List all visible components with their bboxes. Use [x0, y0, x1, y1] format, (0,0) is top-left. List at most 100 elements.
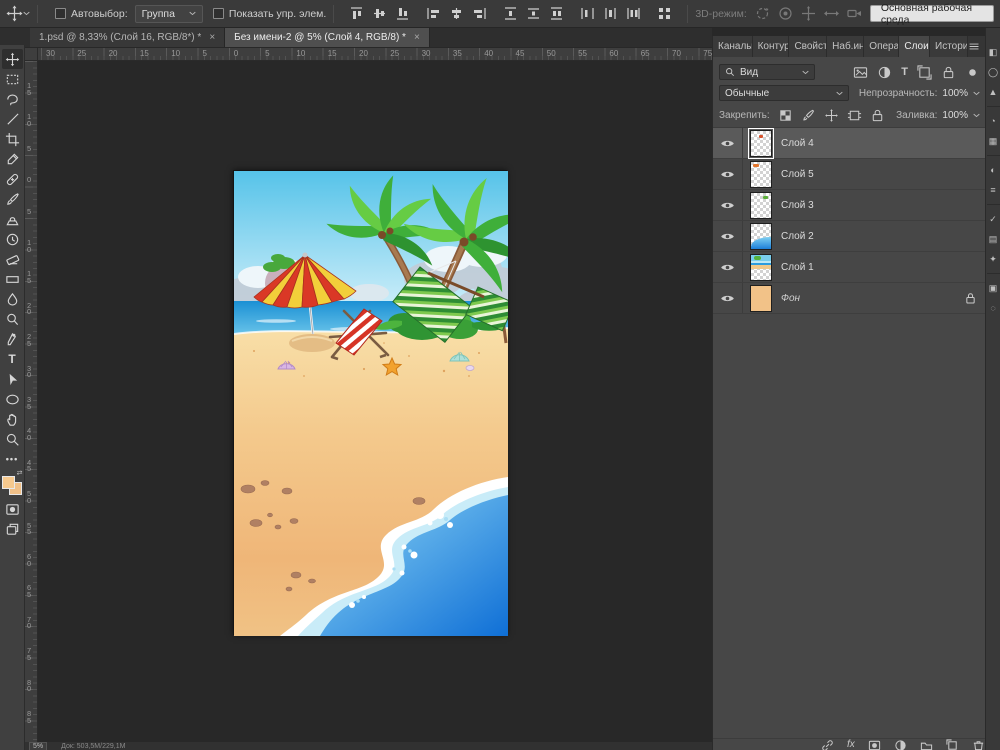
layer-row[interactable]: Слой 1 [713, 252, 986, 283]
layer-mask-icon[interactable] [868, 739, 881, 750]
delete-layer-icon[interactable] [972, 739, 985, 750]
ruler-corner[interactable] [25, 48, 38, 61]
layer-name[interactable]: Слой 1 [781, 262, 814, 273]
gradient-tool[interactable] [2, 269, 23, 289]
layer-name[interactable]: Слой 5 [781, 169, 814, 180]
collapsed-panel-icon[interactable]: ▣ [989, 278, 998, 298]
layer-thumbnail[interactable] [749, 284, 773, 313]
collapsed-panel-icon[interactable]: ◐ [990, 160, 995, 180]
shape-tool[interactable] [2, 389, 23, 409]
ruler-vertical[interactable]: 1 5 1 0 5 0 5 1 0 1 5 2 0 2 5 3 0 3 5 4 0 4 5 5 0 5 5 6… [25, 61, 38, 742]
document-tab[interactable]: 1.psd @ 8,33% (Слой 16, RGB/8*) * × [30, 28, 226, 47]
healing-brush-tool[interactable] [2, 169, 23, 189]
3d-roll-icon[interactable] [777, 5, 794, 22]
3d-zoom-camera-icon[interactable] [846, 5, 863, 22]
filter-pixel-layers-icon[interactable] [853, 65, 868, 80]
autoselect-checkbox[interactable] [55, 8, 66, 19]
lock-transparency-icon[interactable] [778, 108, 793, 123]
lock-position-icon[interactable] [824, 108, 839, 123]
lock-artboard-icon[interactable] [847, 108, 862, 123]
lasso-tool[interactable] [2, 89, 23, 109]
layer-name[interactable]: Слой 4 [781, 138, 814, 149]
tab-channels[interactable]: Каналы [713, 36, 753, 57]
distribute-spacing-icon[interactable] [656, 5, 673, 22]
visibility-toggle[interactable] [713, 128, 743, 158]
distribute-right-edges-icon[interactable] [625, 5, 642, 22]
adjustment-layer-icon[interactable] [894, 739, 907, 750]
close-icon[interactable]: × [414, 32, 420, 43]
swap-colors-icon[interactable]: ⇄ [17, 469, 23, 477]
filter-adjustment-layers-icon[interactable] [877, 65, 892, 80]
fill-value[interactable]: 100% [942, 110, 968, 121]
history-brush-tool[interactable] [2, 229, 23, 249]
layer-row[interactable]: Слой 2 [713, 221, 986, 252]
collapsed-panel-icon[interactable]: ≡ [990, 180, 995, 200]
panel-menu-icon[interactable] [968, 39, 980, 54]
link-layers-icon[interactable] [821, 739, 834, 750]
clone-stamp-tool[interactable] [2, 209, 23, 229]
autoselect-target-dropdown[interactable]: Группа [134, 4, 203, 23]
tab-libraries[interactable]: Наб.ин [827, 36, 865, 57]
3d-pan-icon[interactable] [800, 5, 817, 22]
visibility-toggle[interactable] [713, 252, 743, 282]
chevron-down-icon[interactable] [23, 11, 30, 16]
edit-toolbar-button[interactable]: ••• [2, 449, 23, 469]
layer-effects-icon[interactable]: fx [847, 739, 855, 750]
filter-toggle-icon[interactable] [965, 65, 980, 80]
opacity-value[interactable]: 100% [942, 88, 968, 99]
align-left-edges-icon[interactable] [425, 5, 442, 22]
layer-row[interactable]: Слой 4 [713, 127, 986, 159]
collapsed-panel-icon[interactable]: ◌ [990, 298, 995, 318]
3d-orbit-icon[interactable] [754, 5, 771, 22]
filter-type-layers-icon[interactable]: T [901, 66, 908, 78]
distribute-left-edges-icon[interactable] [579, 5, 596, 22]
distribute-vertical-centers-icon[interactable] [525, 5, 542, 22]
workspace-selector-button[interactable]: Основная рабочая среда [869, 2, 994, 26]
layer-thumbnail[interactable] [749, 222, 773, 251]
pen-tool[interactable] [2, 329, 23, 349]
document-canvas[interactable] [233, 170, 508, 636]
filter-shape-layers-icon[interactable] [917, 64, 932, 80]
align-right-edges-icon[interactable] [471, 5, 488, 22]
filter-smart-objects-icon[interactable] [941, 65, 956, 80]
layer-thumbnail[interactable] [749, 160, 773, 189]
layer-name[interactable]: Слой 3 [781, 200, 814, 211]
align-bottom-edges-icon[interactable] [394, 5, 411, 22]
distribute-top-edges-icon[interactable] [502, 5, 519, 22]
collapsed-panel-icon[interactable]: ✓ [989, 209, 997, 229]
visibility-toggle[interactable] [713, 283, 743, 313]
brush-tool[interactable] [2, 189, 23, 209]
chevron-down-icon[interactable] [973, 91, 980, 96]
zoom-tool[interactable] [2, 429, 23, 449]
dodge-tool[interactable] [2, 309, 23, 329]
new-group-icon[interactable] [920, 739, 933, 750]
blend-mode-dropdown[interactable]: Обычные [719, 85, 849, 101]
layer-row-background[interactable]: Фон [713, 283, 986, 314]
layer-row[interactable]: Слой 5 [713, 159, 986, 190]
collapsed-panel-icon[interactable]: ✦ [989, 249, 997, 269]
layer-thumbnail[interactable] [749, 191, 773, 220]
tab-history[interactable]: Истори [930, 36, 968, 57]
path-selection-tool[interactable] [2, 369, 23, 389]
move-tool[interactable] [1, 49, 23, 69]
layer-thumbnail[interactable] [748, 127, 774, 159]
3d-slide-icon[interactable] [823, 5, 840, 22]
chevron-down-icon[interactable] [973, 113, 980, 118]
hand-tool[interactable] [2, 409, 23, 429]
eyedropper-tool[interactable] [2, 149, 23, 169]
screen-mode-button[interactable] [2, 519, 23, 539]
move-tool-icon[interactable] [6, 5, 23, 22]
collapsed-panel-icon[interactable]: ▤ [989, 229, 998, 249]
tab-actions[interactable]: Опера [864, 36, 900, 57]
visibility-toggle[interactable] [713, 159, 743, 189]
document-tab-active[interactable]: Без имени-2 @ 5% (Слой 4, RGB/8) * × [225, 28, 430, 47]
collapsed-panel-icon[interactable]: ▦ [989, 131, 998, 151]
tab-paths[interactable]: Контур [752, 36, 790, 57]
show-transform-controls-checkbox[interactable] [212, 8, 224, 19]
new-layer-icon[interactable] [946, 739, 959, 750]
crop-tool[interactable] [2, 129, 23, 149]
blur-tool[interactable] [2, 289, 23, 309]
tab-layers[interactable]: Слои [899, 36, 930, 57]
visibility-toggle[interactable] [713, 190, 743, 220]
quick-mask-button[interactable] [2, 499, 23, 519]
